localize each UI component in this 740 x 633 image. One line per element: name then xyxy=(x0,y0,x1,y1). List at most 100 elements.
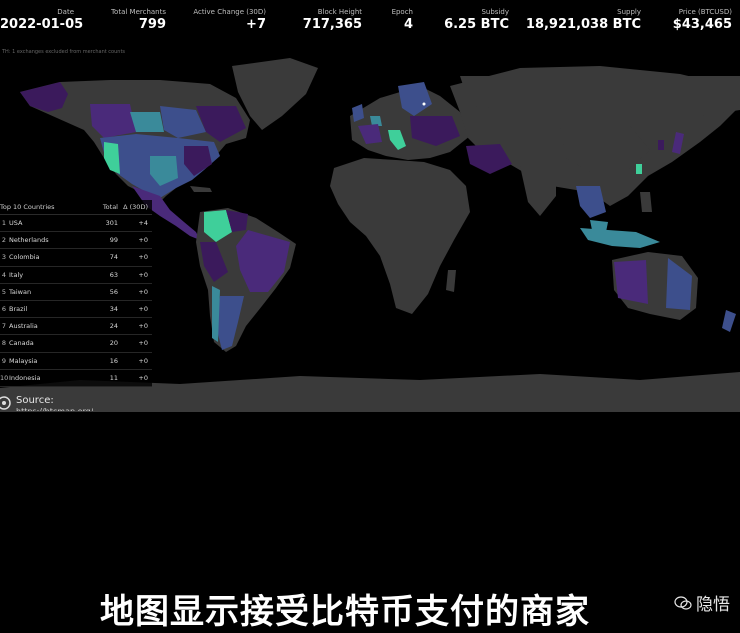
stat-value: $43,465 xyxy=(672,17,732,32)
country-label: Netherlands xyxy=(9,236,49,245)
source-url[interactable]: https://btcmap.org/ xyxy=(16,406,93,411)
country-rank: 4 xyxy=(1,270,6,279)
source-attribution: Source: https://btcmap.org/ xyxy=(0,393,200,413)
country-delta: +0 xyxy=(138,339,148,348)
country-label: USA xyxy=(9,219,23,228)
source-logo-icon xyxy=(0,396,11,410)
table-row: 9 Malaysia 16 +0 xyxy=(0,353,152,370)
country-label: Colombia xyxy=(9,253,40,262)
madagascar-shape xyxy=(446,270,456,292)
country-rank: 3 xyxy=(1,253,6,262)
country-delta: +0 xyxy=(138,322,148,331)
stat-label: Subsidy xyxy=(481,8,509,16)
header-delta: Δ (30D) xyxy=(123,203,148,211)
country-name: 4 Italy xyxy=(0,271,92,279)
stat-active-change: Active Change (30D) +7 xyxy=(193,8,266,33)
country-total: 63 xyxy=(109,270,118,279)
country-label: Malaysia xyxy=(9,356,38,365)
country-name: 1 USA xyxy=(0,219,92,227)
country-delta: +4 xyxy=(138,219,148,228)
stat-label: Supply xyxy=(617,8,641,16)
source-label: Source: xyxy=(16,395,54,406)
country-rank: 10 xyxy=(0,373,9,382)
stat-value: 4 xyxy=(403,17,413,32)
stat-value: 18,921,038 BTC xyxy=(525,17,641,32)
country-rank: 7 xyxy=(1,322,6,331)
philippines-region xyxy=(640,192,652,212)
stat-value: +7 xyxy=(246,17,266,32)
stat-total-merchants: Total Merchants 799 xyxy=(111,8,166,33)
country-delta: +0 xyxy=(138,253,148,262)
country-label: Taiwan xyxy=(9,287,32,296)
alaska-region xyxy=(20,82,68,112)
country-delta: +0 xyxy=(138,236,148,245)
stat-value: 6.25 BTC xyxy=(444,17,509,32)
stat-label: Price (BTCUSD) xyxy=(678,8,732,16)
korea-region xyxy=(658,140,664,150)
country-total: 20 xyxy=(109,339,118,348)
watermark: 隐悟 xyxy=(674,590,730,615)
country-rank: 1 xyxy=(1,219,6,228)
country-name: 8 Canada xyxy=(0,339,92,347)
country-total: 301 xyxy=(105,219,118,228)
country-rank: 6 xyxy=(1,305,6,314)
country-label: Italy xyxy=(9,270,24,279)
stat-label: Date xyxy=(57,8,74,16)
country-total: 56 xyxy=(109,287,118,296)
country-rank: 9 xyxy=(1,356,6,365)
stat-label: Total Merchants xyxy=(110,8,166,16)
country-label: Canada xyxy=(9,339,34,348)
stat-value: 799 xyxy=(138,17,166,32)
stat-label: Block Height xyxy=(317,8,362,16)
country-delta: +0 xyxy=(138,270,148,279)
country-name: 9 Malaysia xyxy=(0,357,92,365)
country-label: Australia xyxy=(9,322,38,331)
video-subtitle: 地图显示接受比特币支付的商家 xyxy=(100,592,590,632)
country-total: 99 xyxy=(109,236,118,245)
australia-west-region xyxy=(614,260,648,304)
country-total: 74 xyxy=(109,253,118,262)
stat-value: 2022-01-05 xyxy=(0,17,84,32)
top10-header: Top 10 Countries Total Δ (30D) xyxy=(0,200,152,215)
country-name: 3 Colombia xyxy=(0,253,92,261)
stat-label: Epoch xyxy=(391,8,413,16)
stat-subsidy: Subsidy 6.25 BTC xyxy=(444,8,509,33)
country-name: 7 Australia xyxy=(0,322,92,330)
stat-label: Active Change (30D) xyxy=(193,8,266,16)
india-region xyxy=(520,166,556,216)
country-rank: 2 xyxy=(1,236,6,245)
stats-bar: Date 2022-01-05 Total Merchants 799 Acti… xyxy=(0,0,740,46)
header-name: Top 10 Countries xyxy=(0,203,55,211)
country-delta: +0 xyxy=(138,287,148,296)
header-total: Total xyxy=(102,203,118,211)
exclusion-note: TH: 1 exchanges excluded from merchant c… xyxy=(2,49,126,55)
country-total: 34 xyxy=(109,305,118,314)
table-row: 2 Netherlands 99 +0 xyxy=(0,232,152,250)
country-name: 5 Taiwan xyxy=(0,288,92,296)
wechat-icon xyxy=(674,595,692,610)
country-rank: 8 xyxy=(1,339,6,348)
indonesia-region xyxy=(580,228,660,248)
cuba-shape xyxy=(190,186,212,192)
stat-supply: Supply 18,921,038 BTC xyxy=(526,8,641,33)
country-delta: +0 xyxy=(138,305,148,314)
table-row: 5 Taiwan 56 +0 xyxy=(0,284,152,301)
new-zealand-shape xyxy=(722,310,736,332)
country-total: 16 xyxy=(109,356,118,365)
country-total: 11 xyxy=(109,373,118,382)
table-row: 10Indonesia 11 +0 xyxy=(0,370,152,387)
country-rank: 5 xyxy=(1,287,6,296)
taiwan-region xyxy=(636,164,642,174)
canada-prairie-region xyxy=(130,112,164,132)
table-row: 1 USA 301 +4 xyxy=(0,215,152,233)
stat-block-height: Block Height 717,365 xyxy=(303,8,362,33)
country-name: 2 Netherlands xyxy=(0,236,92,244)
country-delta: +0 xyxy=(138,373,148,382)
table-row: 3 Colombia 74 +0 xyxy=(0,249,152,267)
table-row: 8 Canada 20 +0 xyxy=(0,335,152,353)
country-label: Brazil xyxy=(9,305,28,314)
stat-value: 717,365 xyxy=(302,17,362,32)
stat-epoch: Epoch 4 xyxy=(392,8,413,33)
country-delta: +0 xyxy=(138,356,148,365)
country-name: 6 Brazil xyxy=(0,305,92,313)
